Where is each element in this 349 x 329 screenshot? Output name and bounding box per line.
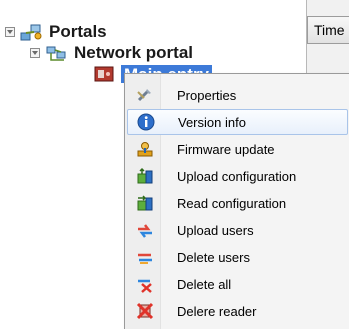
delete-users-icon xyxy=(138,253,152,264)
portals-icon xyxy=(20,24,42,41)
read-configuration-icon xyxy=(137,195,153,211)
tree-node-portals[interactable]: Portals xyxy=(5,21,107,43)
menu-item-properties[interactable]: Properties xyxy=(127,82,348,108)
menu-item-read-configuration[interactable]: Read configuration xyxy=(127,190,348,216)
upload-users-icon xyxy=(138,224,152,238)
menu-item-firmware-update[interactable]: Firmware update xyxy=(127,136,348,162)
context-menu: Properties Version info Firmware update … xyxy=(124,73,349,329)
tree-label-portals: Portals xyxy=(49,22,107,41)
delete-reader-icon xyxy=(136,302,154,320)
collapse-toggle-icon[interactable] xyxy=(30,48,40,58)
menu-item-version-info[interactable]: Version info xyxy=(127,109,348,135)
menu-item-upload-configuration[interactable]: Upload configuration xyxy=(127,163,348,189)
properties-icon xyxy=(137,89,151,102)
delete-all-icon xyxy=(138,279,152,293)
menu-item-delete-reader[interactable]: Delere reader xyxy=(127,298,348,324)
upload-configuration-icon xyxy=(137,167,153,184)
firmware-update-icon xyxy=(137,142,153,157)
info-icon xyxy=(137,113,155,131)
tree-node-network-portal[interactable]: Network portal xyxy=(30,42,193,64)
menu-item-delete-all[interactable]: Delete all xyxy=(127,271,348,297)
menu-item-delete-users[interactable]: Delete users xyxy=(127,244,348,270)
collapse-toggle-icon[interactable] xyxy=(5,27,15,37)
tree-label-network-portal: Network portal xyxy=(74,43,194,62)
network-portal-icon xyxy=(46,46,66,61)
time-column-header[interactable]: Time xyxy=(307,16,349,44)
reader-icon xyxy=(94,66,114,82)
menu-item-upload-users[interactable]: Upload users xyxy=(127,217,348,243)
